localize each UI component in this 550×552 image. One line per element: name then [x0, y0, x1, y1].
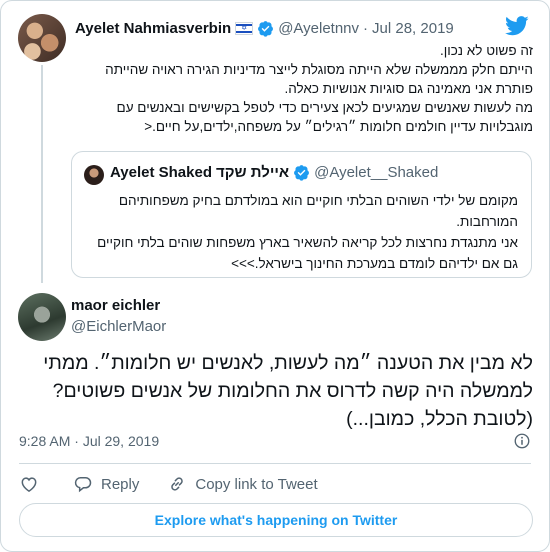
link-icon: [171, 477, 184, 491]
divider: [19, 463, 531, 464]
tweet-timestamp[interactable]: 9:28 AM · Jul 29, 2019: [19, 433, 530, 449]
quoted-author-handle: @Ayelet__Shaked: [314, 164, 439, 181]
parent-author-handle[interactable]: @Ayeletnnv: [278, 20, 359, 37]
explore-twitter-button[interactable]: Explore what's happening on Twitter: [19, 503, 533, 537]
reply-button[interactable]: Reply: [73, 474, 139, 494]
parent-tweet-date[interactable]: Jul 28, 2019: [372, 20, 454, 37]
reply-label[interactable]: Reply: [101, 476, 139, 493]
embedded-tweet-card: Ayelet Nahmiasverbin ✡ @Ayeletnnv · Jul …: [0, 0, 550, 552]
israel-flag-icon: ✡: [235, 21, 254, 35]
quoted-tweet-line: אני מתנגדת נחרצות לכל קריאה להשאיר בארץ …: [97, 235, 518, 271]
quoted-tweet-header: Ayelet Shaked איילת שקד @Ayelet__Shaked: [110, 164, 438, 181]
main-author-name[interactable]: maor eichler: [71, 297, 160, 314]
quoted-tweet[interactable]: Ayelet Shaked איילת שקד @Ayelet__Shaked …: [71, 151, 532, 278]
tweet-date[interactable]: Jul 29, 2019: [83, 433, 159, 449]
parent-tweet-header: Ayelet Nahmiasverbin ✡ @Ayeletnnv · Jul …: [75, 18, 454, 38]
main-tweet-text: לא מבין את הטענה ״מה לעשות, לאנשים יש חל…: [43, 352, 533, 430]
quoted-tweet-text: מקומם של ילדי השוהים הבלתי חוקיים הוא במ…: [82, 190, 518, 274]
tweet-time[interactable]: 9:28 AM: [19, 433, 70, 449]
copy-link-label[interactable]: Copy link to Tweet: [195, 476, 317, 493]
info-icon[interactable]: [513, 432, 531, 450]
twitter-bird-icon[interactable]: [505, 15, 529, 37]
quoted-author-avatar: [84, 165, 104, 185]
avatar-ayelet-nahmiasverbin[interactable]: [18, 14, 66, 62]
separator-dot: ·: [363, 19, 369, 37]
thread-connector-line: [41, 65, 43, 283]
like-button[interactable]: [19, 474, 39, 494]
parent-tweet-line: מה לעשות שאנשים שמגיעים לכאן צעירים כדי …: [116, 100, 533, 134]
main-author-handle[interactable]: @EichlerMaor: [71, 318, 166, 335]
reply-icon: [74, 477, 92, 493]
parent-tweet-line: זה פשוט לא נכון.: [439, 43, 533, 58]
copy-link-button[interactable]: Copy link to Tweet: [167, 474, 318, 494]
verified-badge-icon: [258, 20, 274, 37]
heart-icon: [21, 477, 37, 492]
parent-tweet-text: זה פשוט לא נכון. הייתם חלק מממשלה שלא הי…: [75, 41, 533, 136]
quoted-author-name-hebrew: איילת שקד: [216, 164, 290, 181]
tweet-actions: Reply Copy link to Tweet: [19, 473, 318, 495]
separator-dot: ·: [74, 433, 79, 449]
quoted-author-name-english: Ayelet Shaked: [110, 164, 212, 181]
parent-author-name[interactable]: Ayelet Nahmiasverbin: [75, 20, 231, 37]
parent-tweet-line: הייתם חלק מממשלה שלא הייתה מסוגלת לייצר …: [105, 62, 533, 96]
quoted-tweet-line: מקומם של ילדי השוהים הבלתי חוקיים הוא במ…: [118, 193, 518, 229]
avatar-maor-eichler[interactable]: [18, 293, 66, 341]
verified-badge-icon: [294, 165, 310, 181]
